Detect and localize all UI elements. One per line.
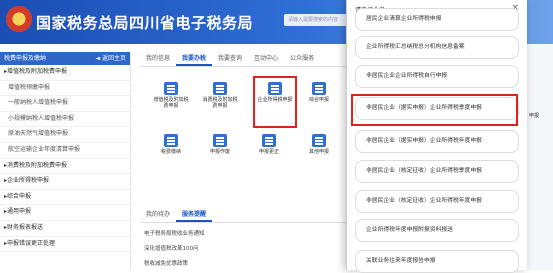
sidebar-item-vat-prepay[interactable]: 增值税预缴申报: [0, 81, 130, 97]
search-input[interactable]: 请输入需要搜索的内容: [284, 14, 354, 26]
icon-declare-void[interactable]: 申报作废: [201, 134, 239, 155]
todo-tabs: 我的待办 服务提醒: [140, 208, 350, 223]
todo-line[interactable]: 深化增值税改革100问: [144, 244, 199, 252]
icon-vat-declare[interactable]: 增值税及附加税费申报: [152, 82, 190, 109]
tab-my-info[interactable]: 我的信息: [140, 52, 176, 66]
payment-icon: [164, 134, 178, 147]
sidebar-item-financial-report[interactable]: ▸财务报表报送: [0, 221, 130, 237]
sidebar-item-cit[interactable]: ▸企业所得税申报: [0, 174, 130, 190]
sidebar-item-vat-oil[interactable]: 原油天然气增值税申报: [0, 127, 130, 143]
site-title: 国家税务总局四川省电子税务局: [36, 14, 254, 32]
icon-label: 其他申报: [308, 149, 329, 155]
document-icon: [262, 134, 276, 147]
sidebar-item-vat-small[interactable]: 小规模纳税人增值税申报: [0, 112, 130, 128]
cit-highlight-box: [253, 76, 297, 128]
option-resident-liquidation[interactable]: 居民企业清算企业所得税申报: [355, 8, 519, 31]
document-icon: [312, 82, 326, 95]
sidebar-item-vat[interactable]: ▸增值税及附加税费申报: [0, 65, 130, 81]
tab-do-tax[interactable]: 我要办税: [176, 52, 213, 66]
icon-label: 增值税及附加税费申报: [153, 97, 189, 109]
todo-line[interactable]: 电子税务局税收业务通知: [144, 229, 205, 237]
tab-interaction[interactable]: 互动中心: [248, 52, 284, 66]
sidebar-item-vat-aviation[interactable]: 航空运输企业年度清算申报: [0, 143, 130, 159]
tab-my-todo[interactable]: 我的待办: [140, 208, 176, 222]
main-tabs: 我的信息 我要办税 我要查询 互动中心 公众服务: [140, 52, 350, 67]
back-home-link[interactable]: ◄ 返回主页: [95, 52, 126, 65]
option-nonresident-assessed-annual[interactable]: 非居民企业（核定征收）企业所得税年度申报: [355, 190, 519, 213]
document-icon: [213, 134, 227, 147]
option-annual-attachments[interactable]: 企业所得税年度申报附报资料报送: [355, 219, 519, 242]
document-icon: [164, 82, 178, 95]
option-nonresident-assessed-quarterly[interactable]: 非居民企业（核定征收）企业所得税季度申报: [355, 160, 519, 183]
sidebar-item-correction[interactable]: ▸申报错误更正处理: [0, 237, 130, 253]
icon-label: 申报更正: [258, 149, 279, 155]
icon-other-declare[interactable]: 其他申报: [300, 134, 338, 155]
icon-label: 税费缴纳: [160, 149, 181, 155]
icon-declare-correct[interactable]: 申报更正: [250, 134, 288, 155]
tab-service-reminder[interactable]: 服务提醒: [176, 208, 213, 222]
sidebar-header: 税费申报及缴纳 ◄ 返回主页: [0, 52, 130, 65]
document-icon: [213, 82, 227, 95]
tab-query[interactable]: 我要查询: [212, 52, 248, 66]
option-branch-filing[interactable]: 企业所得税汇总纳税总分机构信息备案: [355, 36, 519, 59]
tax-emblem-icon: [6, 6, 32, 32]
icon-label: 申报作废: [209, 149, 230, 155]
option-nonresident-self[interactable]: 非居民企业企业所得税自行申报: [355, 65, 519, 88]
sidebar-item-general[interactable]: ▸通用申报: [0, 205, 130, 221]
icon-label: 综合申报: [308, 97, 329, 103]
icon-consumption-declare[interactable]: 消费税及附加税费申报: [201, 82, 239, 109]
document-icon: [312, 134, 326, 147]
select-business-dialog: 请选择业务 × 居民企业清算企业所得税申报 企业所得税汇总纳税总分机构信息备案 …: [346, 0, 527, 273]
sidebar-item-vat-general[interactable]: 一般纳税人增值税申报: [0, 96, 130, 112]
icon-comprehensive-declare[interactable]: 综合申报: [300, 82, 338, 103]
todo-line[interactable]: 税收减免优惠政策: [144, 259, 188, 267]
icon-label: 消费税及附加税费申报: [202, 97, 238, 109]
icon-tax-payment[interactable]: 税费缴纳: [152, 134, 190, 155]
right-edge-panel: 申报: [526, 44, 553, 270]
tab-public-service[interactable]: 公众服务: [284, 52, 320, 66]
sidebar-title: 税费申报及缴纳: [4, 55, 47, 62]
right-edge-label: 申报: [529, 113, 540, 119]
sidebar: 税费申报及缴纳 ◄ 返回主页 ▸增值税及附加税费申报 增值税预缴申报 一般纳税人…: [0, 52, 131, 270]
sidebar-item-consumption-tax[interactable]: ▸消费税及附加税费申报: [0, 159, 130, 175]
option-nonresident-actual-annual[interactable]: 非居民企业（据实申报）企业所得税年度申报: [355, 130, 519, 153]
option-highlight-box: [351, 94, 518, 126]
sidebar-item-comprehensive[interactable]: ▸综合申报: [0, 190, 130, 206]
